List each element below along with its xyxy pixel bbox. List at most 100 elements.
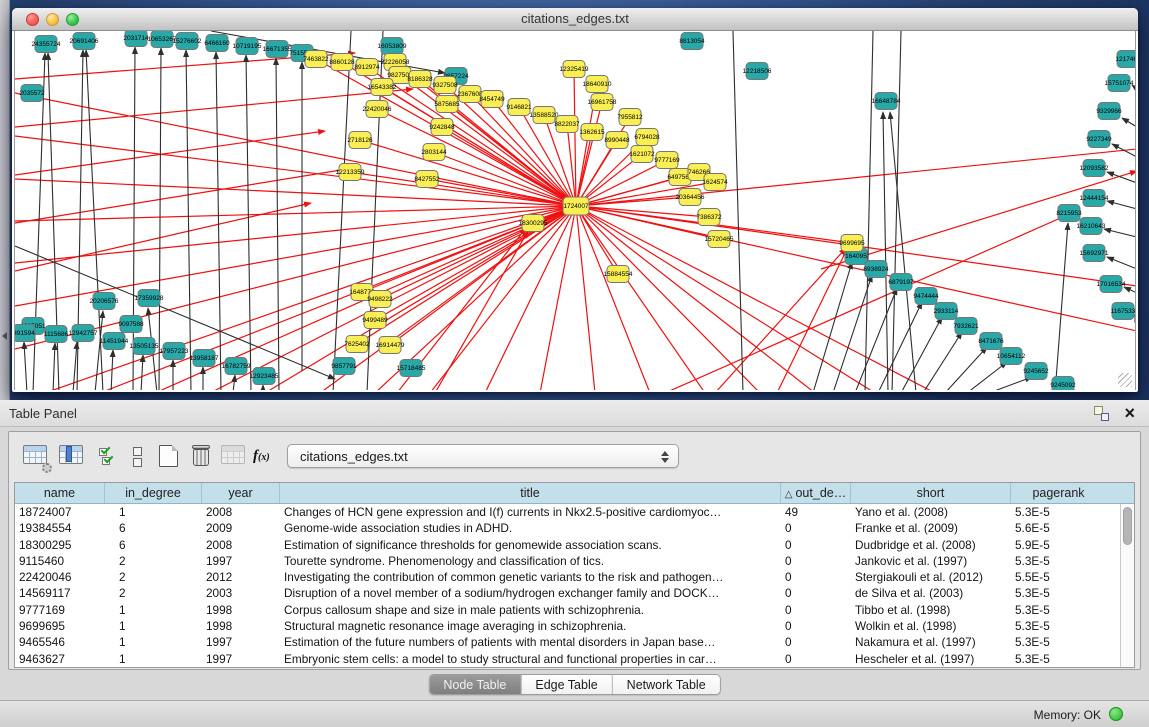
network-node[interactable]: 1362615: [579, 124, 605, 141]
table-cell[interactable]: 0: [781, 553, 851, 569]
table-cell[interactable]: 1997: [202, 553, 280, 569]
network-node[interactable]: 22420046: [363, 101, 392, 118]
network-node[interactable]: 9699695: [839, 235, 865, 252]
network-node[interactable]: 9245652: [1023, 363, 1049, 380]
table-cell[interactable]: 6: [105, 520, 202, 536]
network-node[interactable]: 12093582: [1080, 160, 1109, 177]
table-cell[interactable]: Stergiakouli et al. (2012): [851, 569, 1011, 585]
table-cell[interactable]: 9115460: [15, 553, 105, 569]
network-window[interactable]: citations_edges.txt 24355724206914062031…: [12, 8, 1138, 392]
network-node[interactable]: 13505135: [130, 338, 159, 355]
network-node[interactable]: 9474444: [913, 288, 939, 305]
table-row[interactable]: 977716911998Corpus callosum shape and si…: [15, 602, 1134, 618]
function-builder-icon[interactable]: f(x): [253, 447, 279, 471]
table-cell[interactable]: 19384554: [15, 520, 105, 536]
table-cell[interactable]: 6: [105, 537, 202, 553]
table-row[interactable]: 1830029562008Estimation of significance …: [15, 537, 1134, 553]
table-cell[interactable]: 18300295: [15, 537, 105, 553]
table-cell[interactable]: 0: [781, 569, 851, 585]
network-node[interactable]: 9245092: [1050, 377, 1076, 391]
network-node[interactable]: 2718126: [347, 132, 373, 149]
network-node[interactable]: 8912974: [354, 59, 380, 76]
table-cell[interactable]: Tibbo et al. (1998): [851, 602, 1011, 618]
node-table-body[interactable]: 1872400712008Changes of HCN gene express…: [15, 504, 1134, 667]
table-cell[interactable]: de Silva et al. (2003): [851, 585, 1011, 601]
network-node[interactable]: 6794028: [634, 129, 660, 146]
network-node[interactable]: 17359928: [135, 290, 164, 307]
network-node[interactable]: 13958187: [190, 350, 219, 367]
table-cell[interactable]: 18724007: [15, 504, 105, 520]
network-node[interactable]: 2933114: [934, 303, 959, 320]
table-row[interactable]: 1456911722003Disruption of a novel membe…: [15, 585, 1134, 601]
column-header-short[interactable]: short: [851, 483, 1011, 503]
table-cell[interactable]: 9463627: [15, 651, 105, 667]
network-node[interactable]: 8186328: [407, 71, 433, 88]
table-cell[interactable]: 9699695: [15, 618, 105, 634]
network-node[interactable]: 9777169: [654, 152, 680, 169]
table-cell[interactable]: 1: [105, 634, 202, 650]
table-cell[interactable]: 0: [781, 585, 851, 601]
table-row[interactable]: 1938455462009Genome-wide association stu…: [15, 520, 1134, 536]
network-node[interactable]: 7386372: [696, 209, 722, 226]
network-node[interactable]: 12213359: [336, 164, 365, 181]
node-table[interactable]: namein_degreeyeartitle△out_de…shortpager…: [14, 482, 1135, 668]
network-node[interactable]: 9498222: [367, 291, 393, 308]
network-node[interactable]: 9146821: [506, 99, 532, 116]
network-node[interactable]: 17016534: [1097, 276, 1126, 293]
table-cell[interactable]: 9777169: [15, 602, 105, 618]
table-cell[interactable]: 0: [781, 537, 851, 553]
node-table-header-row[interactable]: namein_degreeyeartitle△out_de…shortpager…: [15, 483, 1134, 504]
network-node[interactable]: 2035572: [19, 85, 45, 102]
column-header-in_degree[interactable]: in_degree: [105, 483, 202, 503]
network-node[interactable]: 8427552: [414, 171, 440, 188]
table-cell[interactable]: 22420046: [15, 569, 105, 585]
network-node[interactable]: 12325419: [560, 61, 589, 78]
new-table-icon[interactable]: [157, 445, 183, 469]
table-cell[interactable]: 5.3E-5: [1011, 602, 1106, 618]
table-cell[interactable]: 5.9E-5: [1011, 537, 1106, 553]
table-cell[interactable]: Structural magnetic resonance image aver…: [280, 618, 781, 634]
network-node[interactable]: 7932621: [953, 318, 979, 335]
table-cell[interactable]: 0: [781, 651, 851, 667]
table-cell[interactable]: 2003: [202, 585, 280, 601]
table-cell[interactable]: 49: [781, 504, 851, 520]
table-cell[interactable]: Genome-wide association studies in ADHD.: [280, 520, 781, 536]
network-node[interactable]: 16671355: [263, 41, 292, 58]
network-node[interactable]: 2031714: [123, 31, 149, 47]
table-cell[interactable]: Estimation of significance thresholds fo…: [280, 537, 781, 553]
network-node[interactable]: 12444154: [1080, 190, 1109, 207]
select-columns-icon[interactable]: [97, 445, 123, 469]
table-cell[interactable]: Disruption of a novel member of a sodium…: [280, 585, 781, 601]
network-node[interactable]: 15720465: [705, 231, 734, 248]
network-node[interactable]: 8822037: [554, 116, 580, 133]
row-height-icon[interactable]: [127, 445, 153, 469]
network-node[interactable]: 16053809: [378, 38, 407, 55]
table-mode-icon[interactable]: [23, 445, 49, 469]
table-cell[interactable]: 5.3E-5: [1011, 618, 1106, 634]
table-cell[interactable]: 14569117: [15, 585, 105, 601]
table-cell[interactable]: 5.6E-5: [1011, 520, 1106, 536]
network-node[interactable]: 1167533: [1111, 303, 1136, 320]
network-canvas[interactable]: 2435572420691406203171410653267152766026…: [14, 31, 1136, 390]
table-cell[interactable]: 1998: [202, 602, 280, 618]
network-node[interactable]: 15884554: [604, 266, 633, 283]
network-node[interactable]: 6466160: [204, 35, 230, 52]
table-row[interactable]: 2242004622012Investigating the contribut…: [15, 569, 1134, 585]
table-cell[interactable]: Jankovic et al. (1997): [851, 553, 1011, 569]
column-header-year[interactable]: year: [202, 483, 280, 503]
network-node[interactable]: 20364456: [676, 189, 705, 206]
network-node[interactable]: 24355724: [32, 36, 61, 53]
network-node[interactable]: 8454749: [479, 91, 505, 108]
table-cell[interactable]: 0: [781, 634, 851, 650]
table-type-tabs[interactable]: Node TableEdge TableNetwork Table: [428, 674, 720, 695]
scrollbar-thumb[interactable]: [1123, 507, 1132, 545]
network-node[interactable]: 9857791: [331, 358, 357, 375]
table-cell[interactable]: 5.3E-5: [1011, 504, 1106, 520]
show-columns-icon[interactable]: [59, 445, 85, 469]
table-cell[interactable]: Hescheler et al. (1997): [851, 651, 1011, 667]
network-node[interactable]: 17957223: [160, 343, 189, 360]
table-cell[interactable]: Embryonic stem cells: a model to study s…: [280, 651, 781, 667]
table-cell[interactable]: 2012: [202, 569, 280, 585]
tab-edge-table[interactable]: Edge Table: [521, 675, 612, 694]
table-cell[interactable]: 1: [105, 651, 202, 667]
